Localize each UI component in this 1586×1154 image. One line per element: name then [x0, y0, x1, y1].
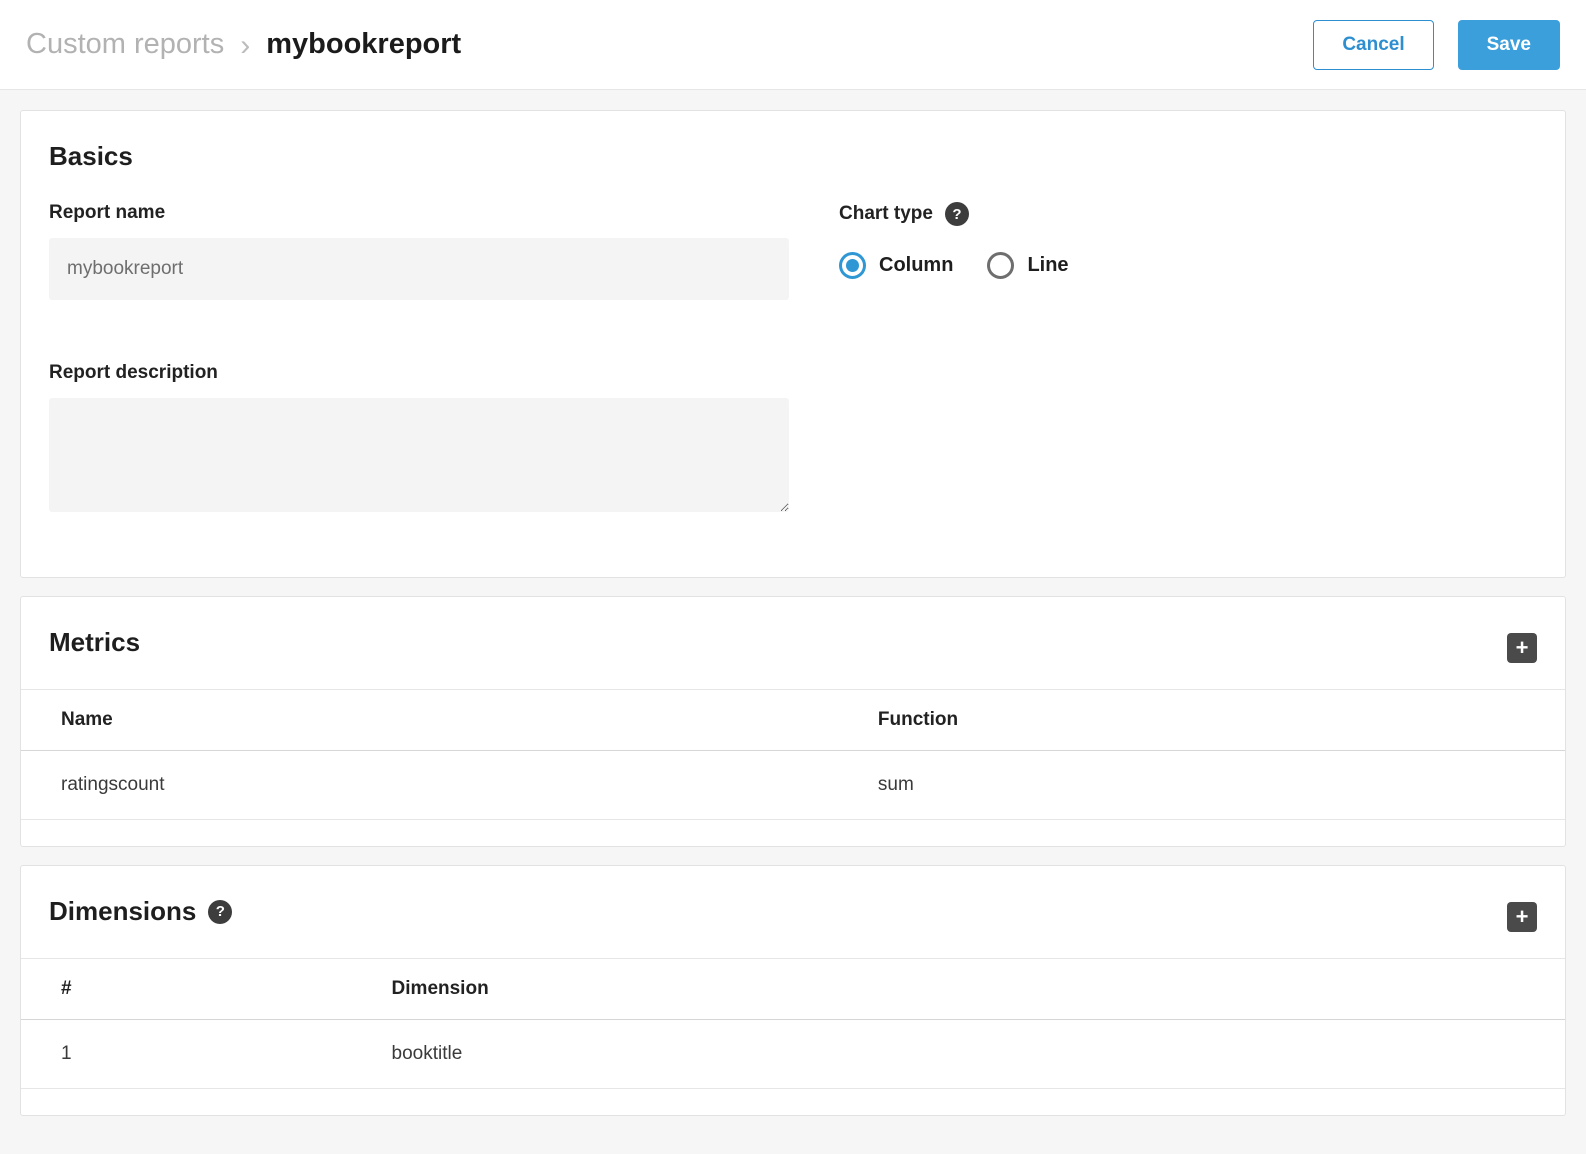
basics-grid: Report name Report description Chart typ…	[49, 202, 1537, 517]
chart-type-label-row: Chart type ?	[839, 202, 1537, 226]
chart-type-line-radio[interactable]: Line	[987, 252, 1068, 279]
help-icon[interactable]: ?	[945, 202, 969, 226]
cancel-button[interactable]: Cancel	[1313, 20, 1433, 70]
metric-function-cell: sum	[878, 751, 1565, 820]
save-button[interactable]: Save	[1458, 20, 1560, 70]
basics-title: Basics	[49, 141, 1537, 172]
radio-unselected-icon	[987, 252, 1014, 279]
dimensions-header-row: # Dimension	[21, 959, 1565, 1020]
metrics-table: Name Function ratingscount sum	[21, 689, 1565, 820]
chart-type-column-label: Column	[879, 254, 953, 277]
basics-card: Basics Report name Report description Ch…	[20, 110, 1566, 578]
metrics-header-row: Name Function	[21, 690, 1565, 751]
header-actions: Cancel Save	[1313, 20, 1560, 70]
dimensions-card-head: Dimensions ? +	[21, 866, 1565, 958]
top-bar: Custom reports › mybookreport Cancel Sav…	[0, 0, 1586, 90]
dimensions-col-dimension: Dimension	[392, 959, 1565, 1020]
chart-type-radio-group: Column Line	[839, 252, 1537, 279]
metrics-title: Metrics	[49, 627, 140, 658]
chart-type-label: Chart type	[839, 203, 933, 225]
chart-type-column-radio[interactable]: Column	[839, 252, 953, 279]
metrics-col-function: Function	[878, 690, 1565, 751]
page-title: mybookreport	[266, 28, 461, 61]
add-dimension-button[interactable]: +	[1507, 902, 1537, 932]
report-name-input[interactable]	[49, 238, 789, 300]
chart-type-line-label: Line	[1027, 254, 1068, 277]
dimensions-title: Dimensions	[49, 896, 196, 927]
breadcrumb-custom-reports[interactable]: Custom reports	[26, 28, 224, 61]
help-icon[interactable]: ?	[208, 900, 232, 924]
report-name-label: Report name	[49, 202, 789, 224]
chevron-right-icon: ›	[240, 29, 250, 61]
metrics-title-row: Metrics	[49, 627, 140, 658]
main-content: Basics Report name Report description Ch…	[0, 90, 1586, 1154]
breadcrumb: Custom reports › mybookreport	[26, 28, 461, 61]
dimension-name-cell: booktitle	[392, 1020, 1565, 1089]
dimensions-table: # Dimension 1 booktitle	[21, 958, 1565, 1089]
dimensions-title-row: Dimensions ?	[49, 896, 232, 927]
report-description-input[interactable]	[49, 398, 789, 512]
dimensions-card: Dimensions ? + # Dimension 1 booktitle	[20, 865, 1566, 1116]
basics-right-column: Chart type ? Column Line	[839, 202, 1537, 517]
report-description-label: Report description	[49, 362, 789, 384]
dimensions-col-number: #	[21, 959, 392, 1020]
radio-selected-icon	[839, 252, 866, 279]
metrics-card-head: Metrics +	[21, 597, 1565, 689]
metrics-card: Metrics + Name Function ratingscount sum	[20, 596, 1566, 847]
metric-name-cell: ratingscount	[21, 751, 878, 820]
table-row[interactable]: ratingscount sum	[21, 751, 1565, 820]
add-metric-button[interactable]: +	[1507, 633, 1537, 663]
dimension-number-cell: 1	[21, 1020, 392, 1089]
basics-left-column: Report name Report description	[49, 202, 789, 517]
metrics-col-name: Name	[21, 690, 878, 751]
table-row[interactable]: 1 booktitle	[21, 1020, 1565, 1089]
